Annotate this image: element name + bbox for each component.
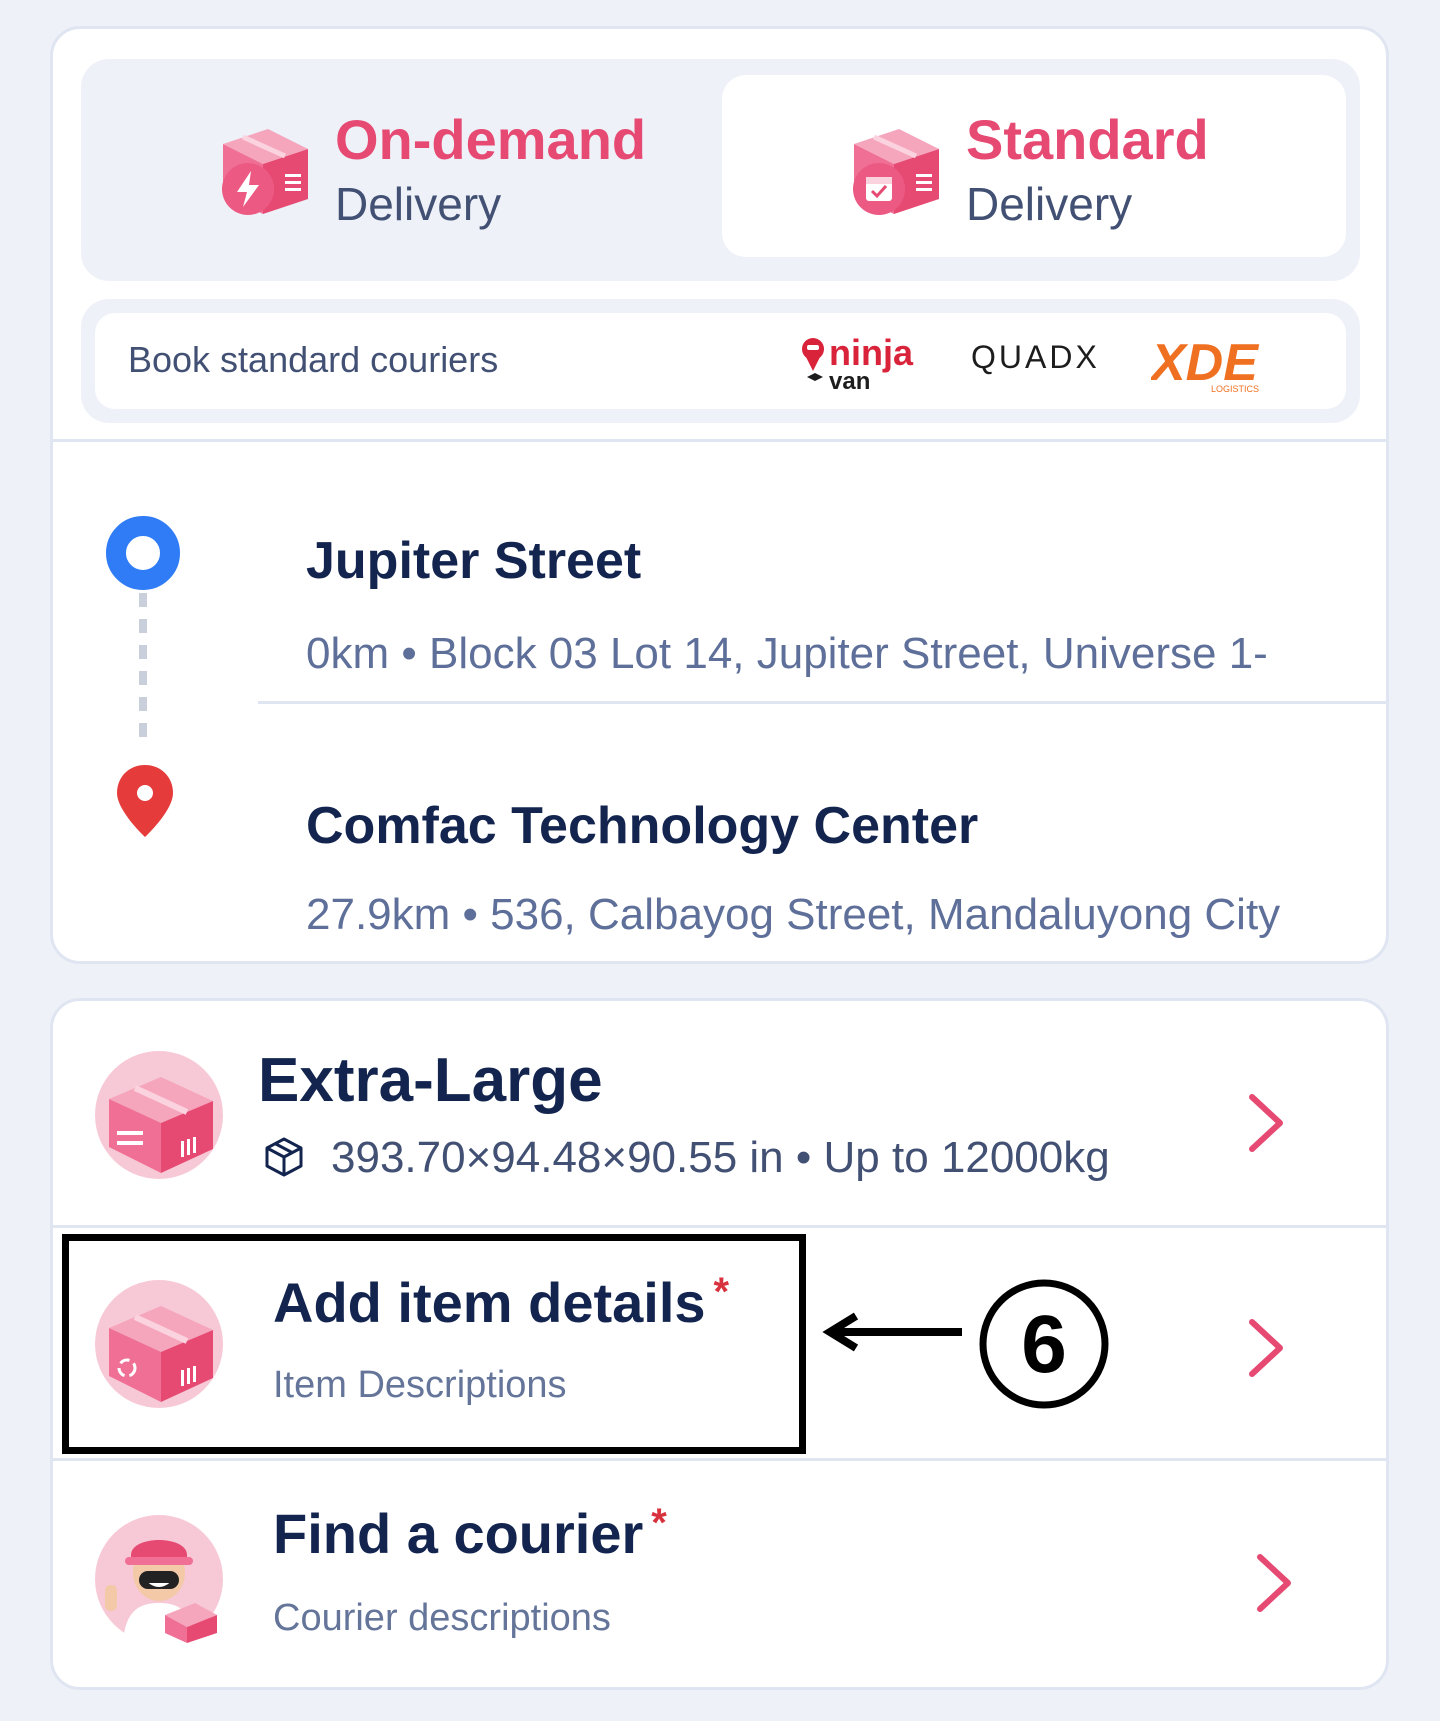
courier-descriptions-subtitle: Courier descriptions [273, 1597, 611, 1639]
pickup-title: Jupiter Street [306, 532, 642, 590]
delivery-type-tabs: On-demand Delivery Standard Delivery [81, 59, 1360, 281]
find-courier-label: Find a courier [273, 1502, 644, 1565]
tab-subtitle: Delivery [966, 178, 1133, 230]
chevron-right-icon [1249, 1319, 1283, 1377]
lightning-box-icon [222, 129, 308, 215]
chevron-right-icon [1257, 1554, 1291, 1612]
couriers-label: Book standard couriers [128, 339, 499, 380]
find-courier-row[interactable]: Find a courier * Courier descriptions [53, 1461, 1386, 1687]
required-asterisk: * [651, 1501, 667, 1545]
tab-title: Standard [966, 108, 1209, 171]
van-text: van [829, 368, 870, 395]
calendar-box-icon [853, 129, 939, 215]
ninja-text: ninja [829, 332, 914, 373]
tab-standard-delivery[interactable]: Standard Delivery [722, 75, 1346, 257]
package-size-row[interactable]: Extra-Large 393.70×94.48×90.55 in • Up t… [53, 1001, 1386, 1225]
package-size-title: Extra-Large [258, 1046, 603, 1115]
quadx-logo: QUADX [971, 339, 1100, 375]
standard-couriers-banner[interactable]: Book standard couriers ninja van QUADX X… [81, 299, 1360, 423]
couriers-banner-inner: Book standard couriers ninja van QUADX X… [95, 313, 1346, 409]
xde-logo: XDE LOGISTICS [1151, 334, 1259, 394]
annotation-arrow-icon [822, 1312, 962, 1352]
annotation-number: 6 [1021, 1299, 1067, 1390]
package-size-details: 393.70×94.48×90.55 in • Up to 12000kg [331, 1133, 1110, 1182]
ninja-van-logo: ninja van [802, 332, 914, 395]
tab-on-demand-delivery[interactable]: On-demand Delivery [95, 75, 719, 257]
dropoff-location[interactable]: Comfac Technology Center 27.9km • 536, C… [53, 704, 1386, 961]
courier-avatar-icon [95, 1515, 223, 1643]
dimensions-cube-icon [265, 1137, 303, 1177]
tab-subtitle: Delivery [335, 178, 502, 230]
pickup-location[interactable]: Jupiter Street 0km • Block 03 Lot 14, Ju… [53, 439, 1386, 729]
delivery-card: On-demand Delivery Standard Delivery Boo… [50, 26, 1389, 964]
find-courier-title: Find a courier * [273, 1501, 667, 1566]
annotation-highlight-box [62, 1234, 806, 1454]
dropoff-address: 27.9km • 536, Calbayog Street, Mandaluyo… [306, 890, 1281, 939]
pickup-address: 0km • Block 03 Lot 14, Jupiter Street, U… [306, 629, 1268, 678]
chevron-right-icon [1249, 1094, 1283, 1152]
dropoff-title: Comfac Technology Center [306, 797, 979, 855]
large-box-icon [95, 1051, 223, 1179]
xde-subtext: LOGISTICS [1211, 384, 1259, 394]
tab-title: On-demand [335, 108, 647, 171]
annotation-number-badge: 6 [979, 1279, 1109, 1409]
